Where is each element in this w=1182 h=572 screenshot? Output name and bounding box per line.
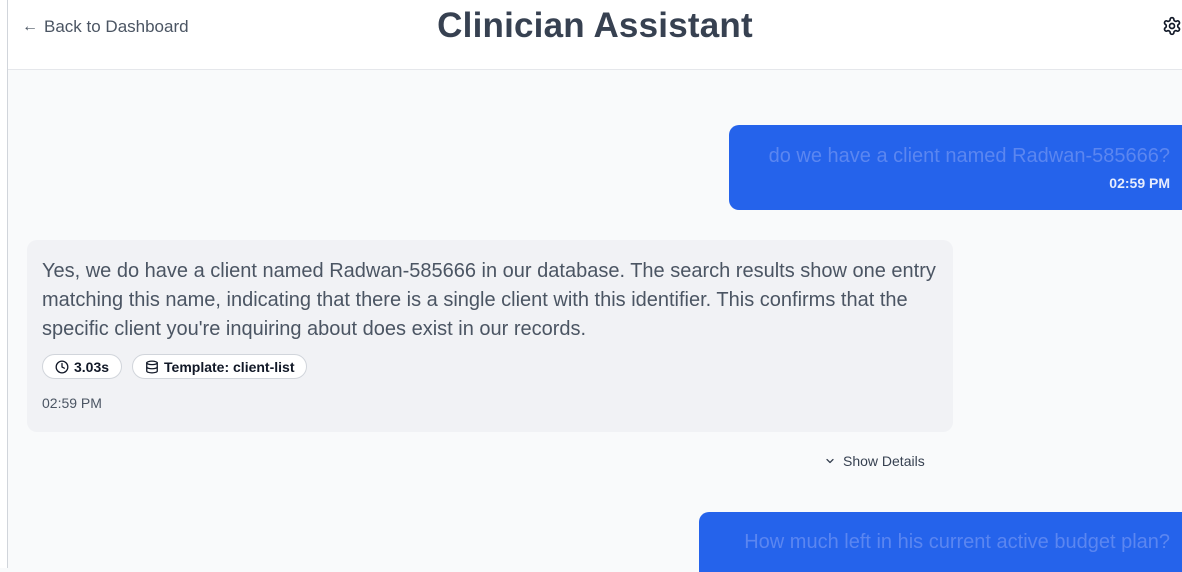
database-icon bbox=[146, 360, 158, 373]
message-timestamp: 02:59 PM bbox=[42, 395, 102, 411]
user-message: do we have a client named Radwan-585666?… bbox=[729, 125, 1182, 210]
clock-icon bbox=[55, 360, 69, 373]
gear-icon bbox=[1163, 16, 1181, 36]
chevron-down-icon bbox=[826, 458, 834, 464]
settings-button[interactable] bbox=[1162, 16, 1182, 40]
template-label: Template: client-list bbox=[164, 358, 295, 375]
left-rail bbox=[0, 0, 8, 568]
assistant-message: Yes, we do have a client named Radwan-58… bbox=[27, 240, 953, 432]
user-message-text: do we have a client named Radwan-585666? bbox=[768, 145, 1170, 167]
header: ← Back to Dashboard Clinician Assistant bbox=[8, 0, 1182, 70]
user-message: How much left in his current active budg… bbox=[699, 512, 1182, 572]
show-details-label: Show Details bbox=[843, 453, 925, 469]
user-message-text: How much left in his current active budg… bbox=[744, 531, 1170, 553]
chat-area[interactable]: do we have a client named Radwan-585666?… bbox=[8, 71, 1182, 572]
message-timestamp: 02:59 PM bbox=[1109, 175, 1170, 191]
assistant-message-text: Yes, we do have a client named Radwan-58… bbox=[42, 260, 936, 340]
response-time-badge: 3.03s bbox=[42, 354, 123, 379]
response-badges: 3.03s Template: client-list bbox=[42, 354, 308, 379]
template-badge: Template: client-list bbox=[132, 354, 308, 379]
response-time-label: 3.03s bbox=[74, 358, 110, 375]
page-title: Clinician Assistant bbox=[437, 6, 753, 45]
show-details-toggle[interactable]: Show Details bbox=[824, 453, 925, 469]
